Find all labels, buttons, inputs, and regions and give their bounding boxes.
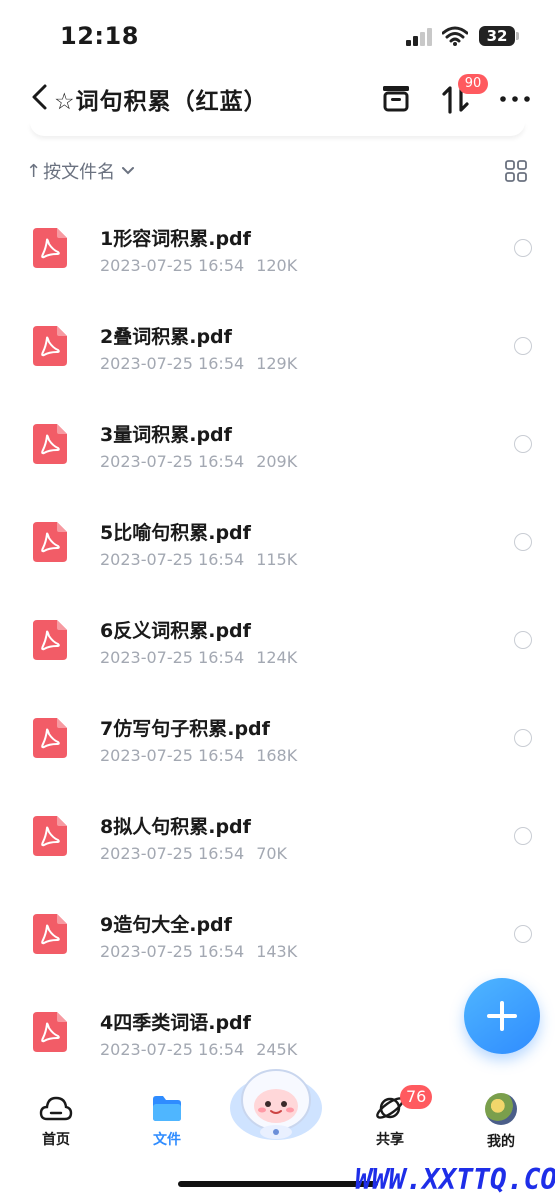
file-meta: 2023-07-25 16:54 168K: [100, 746, 297, 765]
back-chevron-icon[interactable]: [28, 82, 52, 112]
file-date: 2023-07-25 16:54: [100, 942, 245, 961]
avatar: [485, 1093, 517, 1125]
file-size: 70K: [256, 844, 288, 863]
file-meta: 2023-07-25 16:54 124K: [100, 648, 297, 667]
page-title: ☆词句积累（红蓝）: [54, 89, 268, 115]
header: ☆词句积累（红蓝） 90: [0, 70, 555, 130]
file-name: 2叠词积累.pdf: [100, 326, 232, 348]
file-size: 115K: [256, 550, 298, 569]
cloud-home-icon: [39, 1096, 73, 1121]
file-date: 2023-07-25 16:54: [100, 844, 245, 863]
share-badge: 76: [400, 1085, 433, 1109]
transfer-badge: 90: [458, 74, 488, 94]
watermark: WWW.XXTTQ.COM: [355, 1163, 555, 1196]
file-name: 3量词积累.pdf: [100, 424, 232, 446]
file-size: 129K: [256, 354, 298, 373]
nav-home[interactable]: 首页: [21, 1093, 91, 1149]
file-date: 2023-07-25 16:54: [100, 1040, 245, 1059]
nav-home-label: 首页: [42, 1132, 70, 1148]
file-meta: 2023-07-25 16:54 143K: [100, 942, 297, 961]
archive-icon[interactable]: [380, 82, 412, 114]
file-date: 2023-07-25 16:54: [100, 648, 245, 667]
grid-view-icon[interactable]: [505, 160, 527, 182]
file-meta: 2023-07-25 16:54 129K: [100, 354, 297, 373]
select-radio[interactable]: [514, 729, 532, 747]
file-size: 143K: [256, 942, 298, 961]
plus-icon: [487, 1001, 517, 1031]
file-row[interactable]: 8拟人句积累.pdf 2023-07-25 16:54 70K: [0, 788, 555, 886]
select-radio[interactable]: [514, 239, 532, 257]
file-date: 2023-07-25 16:54: [100, 550, 245, 569]
file-name: 6反义词积累.pdf: [100, 620, 251, 642]
sort-by-name-button[interactable]: ↑ 按文件名: [26, 158, 135, 184]
wifi-icon: [442, 26, 468, 46]
file-row[interactable]: 6反义词积累.pdf 2023-07-25 16:54 124K: [0, 592, 555, 690]
mascot-assistant-icon[interactable]: [226, 1060, 326, 1144]
pdf-file-icon: [33, 620, 67, 660]
nav-files[interactable]: 文件: [132, 1093, 202, 1149]
battery-tip: [516, 32, 519, 40]
file-size: 120K: [256, 256, 298, 275]
sort-label: 按文件名: [43, 162, 116, 183]
add-button[interactable]: [464, 978, 540, 1054]
sort-bar: ↑ 按文件名: [0, 158, 555, 188]
file-meta: 2023-07-25 16:54 70K: [100, 844, 287, 863]
file-meta: 2023-07-25 16:54 120K: [100, 256, 297, 275]
select-radio[interactable]: [514, 435, 532, 453]
file-row[interactable]: 2叠词积累.pdf 2023-07-25 16:54 129K: [0, 298, 555, 396]
pdf-file-icon: [33, 326, 67, 366]
file-meta: 2023-07-25 16:54 209K: [100, 452, 297, 471]
pdf-file-icon: [33, 1012, 67, 1052]
select-radio[interactable]: [514, 533, 532, 551]
pdf-file-icon: [33, 718, 67, 758]
select-radio[interactable]: [514, 925, 532, 943]
chevron-down-icon: [122, 167, 135, 175]
pdf-file-icon: [33, 914, 67, 954]
file-name: 5比喻句积累.pdf: [100, 522, 251, 544]
status-time: 12:18: [60, 22, 139, 50]
folder-icon: [153, 1096, 181, 1121]
file-size: 245K: [256, 1040, 298, 1059]
select-radio[interactable]: [514, 337, 532, 355]
file-meta: 2023-07-25 16:54 245K: [100, 1040, 297, 1059]
file-meta: 2023-07-25 16:54 115K: [100, 550, 297, 569]
pdf-file-icon: [33, 424, 67, 464]
file-row[interactable]: 3量词积累.pdf 2023-07-25 16:54 209K: [0, 396, 555, 494]
file-date: 2023-07-25 16:54: [100, 256, 245, 275]
file-size: 168K: [256, 746, 298, 765]
select-radio[interactable]: [514, 827, 532, 845]
file-size: 209K: [256, 452, 298, 471]
file-row[interactable]: 9造句大全.pdf 2023-07-25 16:54 143K: [0, 886, 555, 984]
file-date: 2023-07-25 16:54: [100, 452, 245, 471]
battery-icon: 32: [479, 26, 515, 46]
file-name: 8拟人句积累.pdf: [100, 816, 251, 838]
file-date: 2023-07-25 16:54: [100, 354, 245, 373]
more-dots-icon[interactable]: [500, 96, 530, 102]
select-radio[interactable]: [514, 631, 532, 649]
collapsed-search-strip: [30, 122, 525, 136]
file-name: 7仿写句子积累.pdf: [100, 718, 270, 740]
file-name: 4四季类词语.pdf: [100, 1012, 251, 1034]
pdf-file-icon: [33, 228, 67, 268]
nav-files-label: 文件: [153, 1132, 181, 1148]
file-name: 9造句大全.pdf: [100, 914, 232, 936]
pdf-file-icon: [33, 816, 67, 856]
cellular-signal-icon: [406, 28, 432, 46]
file-row[interactable]: 7仿写句子积累.pdf 2023-07-25 16:54 168K: [0, 690, 555, 788]
nav-share-label: 共享: [376, 1132, 404, 1148]
sort-ascending-arrow: ↑: [26, 160, 42, 182]
file-name: 1形容词积累.pdf: [100, 228, 251, 250]
status-bar: 12:18 32: [0, 0, 555, 70]
file-date: 2023-07-25 16:54: [100, 746, 245, 765]
file-size: 124K: [256, 648, 298, 667]
nav-me[interactable]: 我的: [466, 1093, 536, 1151]
file-row[interactable]: 5比喻句积累.pdf 2023-07-25 16:54 115K: [0, 494, 555, 592]
nav-me-label: 我的: [487, 1134, 515, 1150]
pdf-file-icon: [33, 522, 67, 562]
file-row[interactable]: 1形容词积累.pdf 2023-07-25 16:54 120K: [0, 200, 555, 298]
home-indicator: [178, 1181, 378, 1187]
